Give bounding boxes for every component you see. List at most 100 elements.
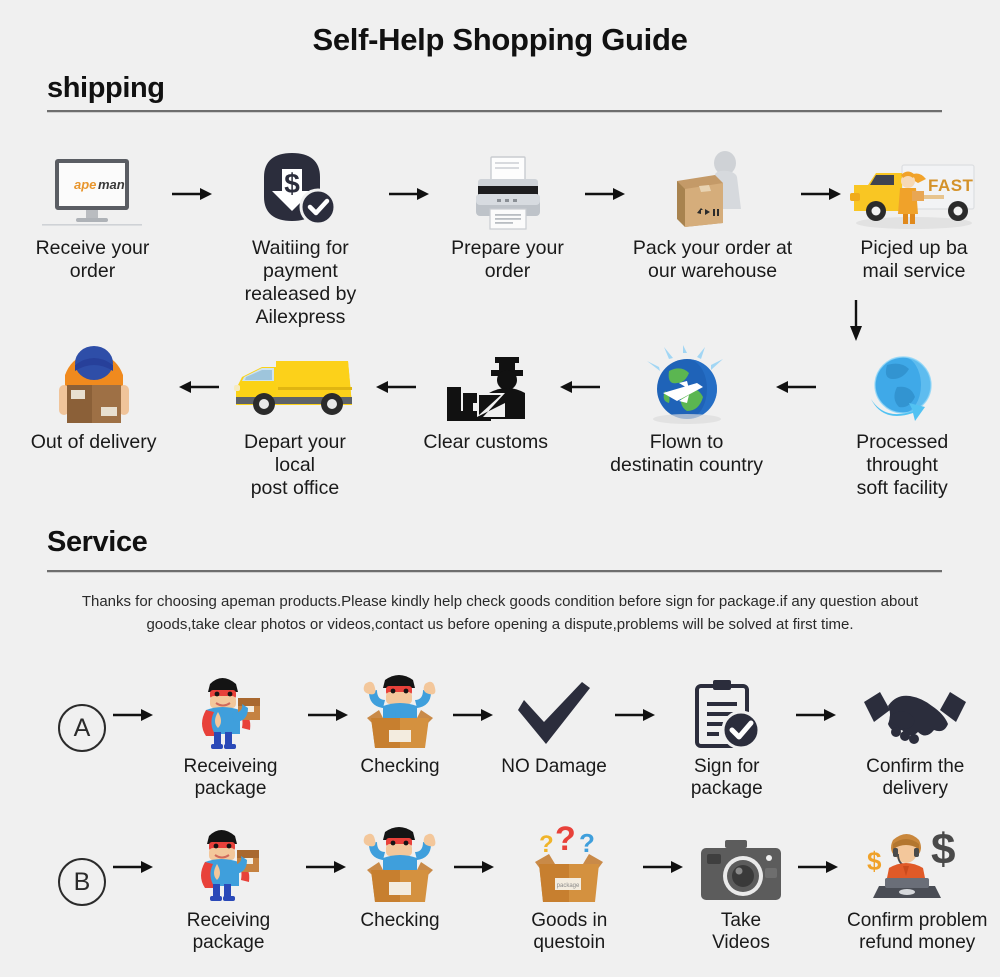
step-label: NO Damage	[501, 756, 607, 777]
fast-delivery-truck-icon: FAST	[846, 155, 982, 233]
step-label: Sign for package	[690, 756, 763, 800]
step-label: Receiving package	[186, 910, 271, 954]
infographic-page: Self-Help Shopping Guide shipping ape ma…	[0, 0, 1000, 977]
step-label: Receive your order	[35, 237, 150, 282]
arrow-right-icon	[796, 155, 846, 233]
svg-text:$: $	[867, 846, 882, 876]
arrow-right-icon	[384, 155, 434, 233]
arrow-right-icon	[106, 828, 160, 906]
shipping-step-out-of-delivery: Out of delivery	[18, 346, 169, 454]
service-step-checking-a: Checking	[355, 675, 445, 778]
arrow-right-icon	[445, 678, 501, 752]
shipping-step-flown-destination: Flown to destinatin country	[607, 345, 767, 477]
svg-text:FAST: FAST	[928, 176, 974, 195]
arrow-right-icon	[167, 155, 217, 233]
svg-text:ape: ape	[74, 177, 96, 192]
arrow-right-icon	[445, 828, 503, 906]
step-label: Pack your order at our warehouse	[632, 237, 793, 282]
badge-letter-a: A	[58, 704, 106, 752]
svg-text:man: man	[98, 177, 125, 192]
step-label: Depart your local post office	[244, 431, 346, 499]
service-flow-row-a: A Receiveing package Checking NO Damage …	[58, 675, 988, 801]
shipping-divider	[47, 110, 942, 113]
shipping-step-clear-customs: Clear customs	[423, 347, 549, 454]
arrow-left-icon	[549, 347, 607, 427]
service-step-sign-for-package: Sign for package	[663, 678, 790, 801]
clipboard-check-icon	[691, 678, 763, 752]
service-row-a-badge: A	[58, 678, 106, 752]
step-label: Confirm the delivery	[866, 756, 965, 800]
arrow-right-icon	[581, 155, 629, 233]
step-label: Take Videos	[712, 910, 770, 954]
arrow-left-icon	[365, 347, 423, 427]
service-step-confirm-refund: $ $ Confirm problem refund money	[846, 826, 988, 955]
checkmark-icon	[514, 678, 594, 752]
svg-text:package: package	[557, 883, 580, 889]
step-label: Checking	[360, 756, 440, 777]
page-title: Self-Help Shopping Guide	[312, 22, 688, 57]
service-flow-row-b: B Receiving package Checking ? ? ? packa…	[58, 826, 988, 955]
globe-airplane-icon	[639, 345, 735, 427]
step-label: Picjed up ba mail service	[860, 237, 968, 282]
yellow-van-icon	[228, 347, 362, 427]
camera-icon	[699, 828, 783, 906]
courier-carrying-box-icon	[51, 346, 137, 427]
service-description: Thanks for choosing apeman products.Plea…	[81, 593, 919, 634]
support-agent-dollar-icon: $ $	[865, 826, 969, 906]
globe-arrow-icon	[857, 347, 947, 427]
service-step-goods-in-question: ? ? ? package Goods in questoin	[503, 826, 635, 955]
svg-text:?: ?	[539, 831, 554, 858]
handshake-icon	[860, 678, 970, 752]
arrow-left-icon	[766, 347, 822, 427]
svg-text:$: $	[931, 826, 955, 874]
service-divider	[47, 570, 942, 573]
step-label: Goods in questoin	[531, 910, 608, 954]
arrow-right-icon	[635, 828, 691, 906]
svg-text:?: ?	[579, 828, 595, 858]
shipping-step-pack-order: Pack your order at our warehouse	[629, 151, 796, 283]
monitor-apeman-icon: ape man	[36, 155, 148, 233]
shipping-step-receive-order: ape man Receive your order	[18, 155, 167, 283]
shipping-step-prepare-order: Prepare your order	[434, 155, 581, 283]
arrow-right-icon	[106, 678, 160, 752]
shipping-step-picked-up: FAST Picjed up ba mail service	[846, 155, 982, 283]
step-label: Flown to destinatin country	[610, 431, 763, 476]
step-label: Prepare your order	[451, 237, 564, 282]
hero-in-open-box-icon	[355, 827, 445, 906]
arrow-left-icon	[169, 347, 225, 427]
arrow-right-icon	[790, 828, 846, 906]
step-label: Out of delivery	[30, 431, 157, 453]
service-step-receiving-package-b: Receiving package	[160, 828, 297, 955]
arrow-right-icon	[301, 678, 355, 752]
service-step-checking-b: Checking	[355, 827, 445, 932]
step-label: Receiveing package	[183, 756, 278, 800]
step-label: Checking	[360, 910, 440, 931]
badge-letter-b: B	[58, 858, 106, 906]
printer-icon	[464, 155, 550, 233]
shipping-section-heading: shipping	[47, 72, 165, 104]
shipping-step-waiting-payment: $ Waitiing for payment realeased by Aile…	[217, 153, 384, 329]
arrow-right-icon	[790, 678, 842, 752]
svg-text:?: ?	[555, 826, 576, 858]
payment-dollar-download-icon: $	[256, 153, 344, 233]
svg-text:$: $	[285, 168, 301, 199]
step-label: Waitiing for payment realeased by Ailexp…	[244, 237, 357, 328]
shipping-flow-row-2: Out of delivery Depart your local post o…	[18, 345, 982, 500]
hero-holding-package-icon	[188, 678, 272, 752]
shipping-step-depart-post-office: Depart your local post office	[225, 347, 364, 500]
step-label: Clear customs	[423, 431, 549, 453]
worker-packing-box-icon	[663, 151, 763, 233]
hero-in-open-box-icon	[355, 675, 445, 752]
step-label: Confirm problem refund money	[846, 910, 988, 954]
arrow-right-icon	[297, 828, 355, 906]
customs-officer-icon	[439, 347, 533, 427]
arrow-right-icon	[607, 678, 663, 752]
service-step-no-damage: NO Damage	[501, 678, 607, 778]
step-label: Processed throught soft facility	[856, 431, 949, 499]
hero-holding-package-icon	[187, 828, 271, 906]
service-step-confirm-delivery: Confirm the delivery	[842, 678, 988, 801]
shipping-step-processed-facility: Processed throught soft facility	[822, 347, 982, 500]
service-row-b-badge: B	[58, 828, 106, 906]
service-section-heading: Service	[47, 526, 148, 558]
box-question-marks-icon: ? ? ? package	[527, 826, 611, 906]
